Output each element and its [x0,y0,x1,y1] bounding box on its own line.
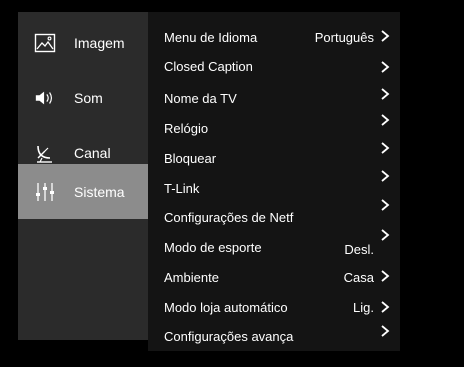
sidebar-item-label: Imagem [74,34,125,51]
satellite-dish-icon [34,142,56,164]
settings-panel: Menu de Idioma Português Closed Caption … [148,12,400,351]
chevron-right-icon [381,270,390,282]
menu-item-idioma[interactable]: Menu de Idioma Português [148,23,400,52]
menu-item-label: Bloquear [164,151,217,166]
menu-item-modo-esporte[interactable]: Modo de esporte Desl. [148,229,400,259]
menu-item-value: Lig. [353,300,374,315]
menu-item-modo-loja[interactable]: Modo loja automático Lig. [148,290,400,319]
chevron-right-icon [381,229,390,241]
chevron-right-icon [381,142,390,154]
menu-item-label: T-Link [164,181,200,196]
sidebar-item-sistema[interactable]: Sistema [18,164,148,219]
menu-item-label: Nome da TV [164,91,237,106]
chevron-right-icon [381,30,390,42]
menu-item-value: Casa [343,270,374,285]
sidebar-item-label: Canal [74,144,111,161]
chevron-right-icon [381,114,390,126]
menu-item-label: Closed Caption [164,59,253,74]
menu-item-t-link[interactable]: T-Link [148,170,400,200]
category-sidebar: Imagem Som Canal Sistema [18,12,148,340]
menu-item-ambiente[interactable]: Ambiente Casa [148,260,400,289]
menu-item-label: Configurações de Netf [164,210,294,225]
menu-item-label: Modo loja automático [164,300,288,315]
chevron-right-icon [381,88,390,100]
menu-item-label: Relógio [164,121,209,136]
menu-item-nome-tv[interactable]: Nome da TV [148,81,400,110]
menu-item-label: Menu de Idioma [164,30,258,45]
menu-item-closed-caption[interactable]: Closed Caption [148,52,400,81]
menu-item-label: Modo de esporte [164,240,262,255]
menu-item-netflix[interactable]: Configurações de Netf [148,199,400,229]
chevron-right-icon [381,301,390,313]
menu-item-label: Ambiente [164,270,219,285]
chevron-right-icon [381,325,390,337]
menu-item-bloquear[interactable]: Bloquear [148,141,400,170]
sidebar-item-label: Sistema [74,183,125,200]
sidebar-item-som[interactable]: Som [18,70,148,125]
chevron-right-icon [381,61,390,73]
picture-icon [34,32,56,54]
chevron-right-icon [381,199,390,211]
tv-settings-screen: Imagem Som Canal Sistema Menu de Idioma … [0,0,464,367]
sidebar-item-label: Som [74,89,103,106]
menu-item-value: Desl. [344,242,374,257]
sliders-icon [34,181,56,203]
menu-item-label: Configurações avança [164,329,294,344]
menu-item-configuracoes-avancadas[interactable]: Configurações avança [148,319,400,348]
menu-item-relogio[interactable]: Relógio [148,111,400,140]
chevron-right-icon [381,170,390,182]
sidebar-item-imagem[interactable]: Imagem [18,15,148,70]
menu-item-value: Português [314,30,374,45]
speaker-icon [34,87,56,109]
